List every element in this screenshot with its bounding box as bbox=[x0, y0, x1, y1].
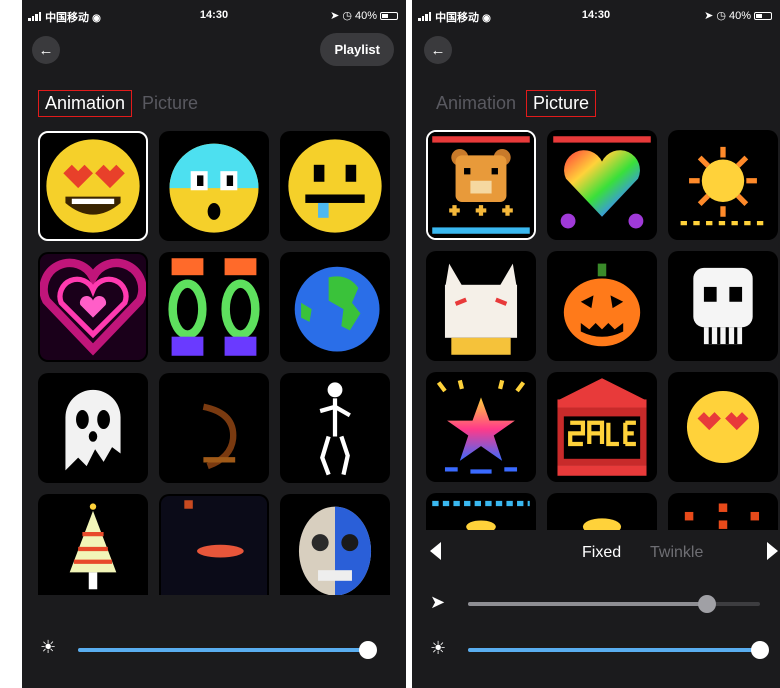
picture-grid bbox=[426, 130, 778, 530]
rainbow-chains-tile[interactable] bbox=[159, 252, 269, 362]
heart-eyes-emoji-icon bbox=[46, 139, 140, 233]
heart-eyes-emoji-tile[interactable] bbox=[38, 131, 148, 241]
rainbow-chains-icon bbox=[161, 254, 267, 360]
rocket-icon: ➤ bbox=[430, 592, 446, 612]
speed-slider[interactable] bbox=[468, 594, 760, 614]
shocked-face-emoji-tile[interactable] bbox=[159, 131, 269, 241]
christmas-tree-tile[interactable] bbox=[38, 494, 148, 595]
half-skull-tile[interactable] bbox=[280, 494, 390, 595]
brightness-fill bbox=[78, 648, 368, 652]
brightness-fill bbox=[468, 648, 760, 652]
fire-swirl-icon bbox=[161, 375, 267, 481]
skull-tile[interactable] bbox=[668, 251, 778, 361]
sun-face-tile[interactable] bbox=[668, 130, 778, 240]
mode-fixed[interactable]: Fixed bbox=[582, 544, 621, 562]
christmas-tree-icon bbox=[40, 496, 146, 595]
fox-mask-icon bbox=[428, 253, 534, 359]
pixel-dots-tile[interactable] bbox=[668, 493, 778, 530]
jack-o-lantern-tile[interactable] bbox=[547, 251, 657, 361]
mode-twinkle[interactable]: Twinkle bbox=[650, 544, 703, 562]
yellow-dome-tile[interactable] bbox=[547, 493, 657, 530]
picture-screen: 中国移动 ◉ 14:30 ➤ ◷ 40% ← Animation Picture bbox=[412, 0, 780, 688]
sparkle-strip-icon bbox=[428, 495, 534, 530]
brightness-slider[interactable] bbox=[468, 640, 769, 660]
animation-screen: 中国移动 ◉ 14:30 ➤ ◷ 40% ← Playlist Animatio… bbox=[22, 0, 406, 688]
comet-icon bbox=[161, 496, 267, 595]
brightness-slider[interactable] bbox=[78, 640, 377, 660]
neon-heart-icon bbox=[40, 254, 146, 360]
picture-grid-viewport bbox=[412, 0, 780, 530]
earth-globe-tile[interactable] bbox=[280, 252, 390, 362]
drooling-face-emoji-tile[interactable] bbox=[280, 131, 390, 241]
rainbow-star-icon bbox=[428, 374, 534, 480]
animation-grid bbox=[38, 131, 390, 595]
yellow-dome-icon bbox=[549, 495, 655, 530]
heart-eyes-icon bbox=[670, 374, 776, 480]
fox-mask-tile[interactable] bbox=[426, 251, 536, 361]
shooting-comet-tile[interactable] bbox=[159, 494, 269, 595]
skeleton-dancer-tile[interactable] bbox=[280, 373, 390, 483]
skull-face-icon bbox=[282, 496, 388, 595]
teddy-bear-tile[interactable] bbox=[426, 130, 536, 240]
neon-heart-tile[interactable] bbox=[38, 252, 148, 362]
previous-mode-arrow-icon[interactable] bbox=[430, 542, 441, 560]
sun-icon: ☀ bbox=[40, 637, 57, 657]
rainbow-heart-tile[interactable] bbox=[547, 130, 657, 240]
rainbow-star-tile[interactable] bbox=[426, 372, 536, 482]
teddy-bear-icon bbox=[428, 132, 534, 238]
sparkle-strip-tile[interactable] bbox=[426, 493, 536, 530]
shocked-face-emoji-icon bbox=[169, 143, 259, 233]
sun-icon: ☀ bbox=[430, 638, 447, 658]
skeleton-icon bbox=[282, 375, 388, 481]
skull-icon bbox=[670, 253, 776, 359]
brightness-knob[interactable] bbox=[359, 641, 377, 659]
speed-fill bbox=[468, 602, 708, 606]
earth-globe-icon bbox=[294, 266, 380, 352]
next-mode-arrow-icon[interactable] bbox=[767, 542, 778, 560]
fire-swirl-tile[interactable] bbox=[159, 373, 269, 483]
sale-sign-icon bbox=[549, 374, 655, 480]
heart-eyes-tile[interactable] bbox=[668, 372, 778, 482]
drooling-face-emoji-icon bbox=[288, 139, 382, 233]
animation-grid-viewport bbox=[22, 0, 406, 595]
mode-selector: Fixed Twinkle bbox=[412, 536, 780, 570]
pixel-dots-icon bbox=[670, 495, 776, 530]
speed-knob[interactable] bbox=[698, 595, 717, 613]
sun-face-icon bbox=[670, 132, 776, 238]
ghost-icon bbox=[65, 389, 121, 471]
brightness-knob[interactable] bbox=[751, 641, 769, 659]
jack-o-lantern-icon bbox=[549, 253, 655, 359]
ghost-tile[interactable] bbox=[38, 373, 148, 483]
rainbow-heart-icon bbox=[549, 132, 655, 238]
sale-sign-tile[interactable] bbox=[547, 372, 657, 482]
